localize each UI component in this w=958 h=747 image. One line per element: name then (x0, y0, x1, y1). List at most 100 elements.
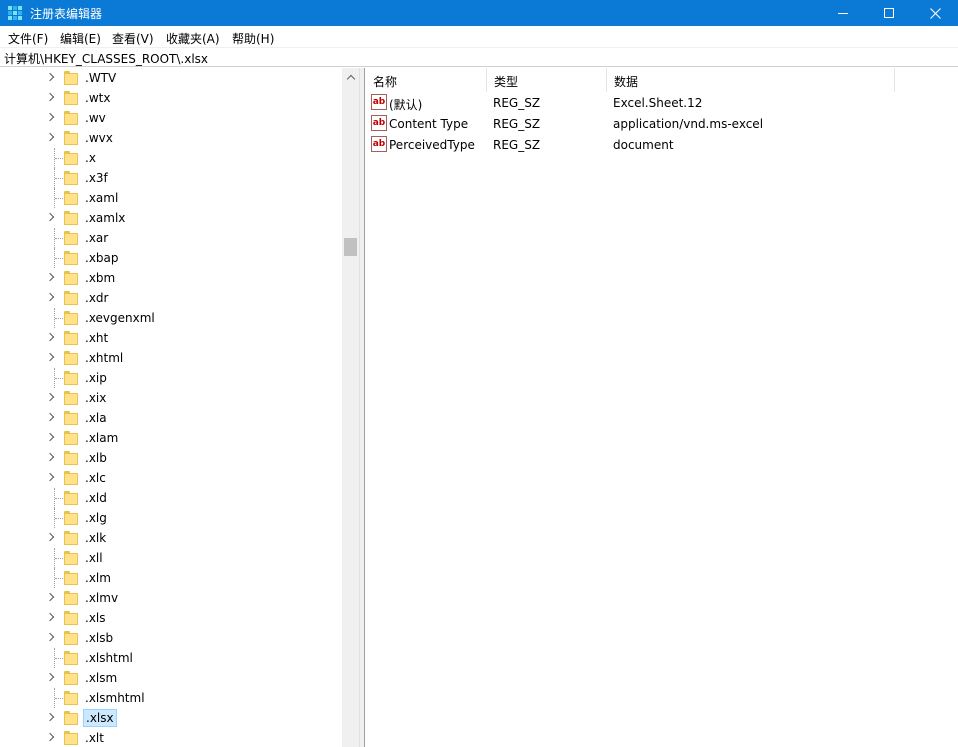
folder-icon (64, 131, 78, 145)
chevron-right-icon[interactable] (45, 212, 55, 222)
chevron-right-icon[interactable] (45, 592, 55, 602)
tree-item[interactable]: .xlsm (0, 668, 342, 688)
tree-item[interactable]: .xlg (0, 508, 342, 528)
menu-view[interactable]: 查看(V) (112, 30, 154, 47)
chevron-right-icon[interactable] (45, 672, 55, 682)
tree-item[interactable]: .xamlx (0, 208, 342, 228)
tree-scrollbar[interactable] (342, 68, 359, 747)
tree-item[interactable]: .xbm (0, 268, 342, 288)
column-header-data[interactable]: 数据 (607, 68, 895, 92)
chevron-right-icon[interactable] (45, 612, 55, 622)
chevron-right-icon[interactable] (45, 292, 55, 302)
tree-item-label: .xevgenxml (85, 311, 155, 325)
tree-item[interactable]: .xlam (0, 428, 342, 448)
tree-connector-line (55, 318, 63, 319)
tree-item-label: .xlshtml (85, 651, 133, 665)
tree-item[interactable]: .xaml (0, 188, 342, 208)
folder-icon (64, 331, 78, 345)
chevron-right-icon[interactable] (45, 472, 55, 482)
value-list[interactable]: 名称 类型 数据 ab (默认) REG_SZ Excel.Sheet.12 ab Con… (366, 68, 958, 747)
scroll-up-button[interactable] (342, 68, 359, 85)
maximize-icon (884, 8, 894, 18)
tree-item[interactable]: .xlm (0, 568, 342, 588)
chevron-right-icon[interactable] (45, 432, 55, 442)
tree-item[interactable]: .xht (0, 328, 342, 348)
tree-connector-line (55, 558, 63, 559)
chevron-right-icon[interactable] (45, 712, 55, 722)
menu-edit[interactable]: 编辑(E) (60, 30, 101, 47)
tree-item[interactable]: .xll (0, 548, 342, 568)
value-data: application/vnd.ms-excel (613, 117, 764, 131)
tree-item[interactable]: .xlsb (0, 628, 342, 648)
tree-item[interactable]: .xdr (0, 288, 342, 308)
chevron-right-icon[interactable] (45, 132, 55, 142)
tree-item[interactable]: .xbap (0, 248, 342, 268)
minimize-button[interactable] (820, 0, 866, 26)
close-button[interactable] (912, 0, 958, 26)
column-header-type[interactable]: 类型 (487, 68, 607, 92)
tree-item[interactable]: .wvx (0, 128, 342, 148)
menu-file[interactable]: 文件(F) (8, 30, 48, 47)
key-tree[interactable]: .WTV .wtx .wv .wvx .x .x3f .xaml .xamlx .xar .xba… (0, 68, 359, 747)
tree-item[interactable]: .wv (0, 108, 342, 128)
tree-item[interactable]: .xlshtml (0, 648, 342, 668)
folder-icon (64, 571, 78, 585)
string-value-icon: ab (371, 115, 387, 131)
pane-splitter[interactable] (359, 68, 365, 747)
value-row[interactable]: ab PerceivedType REG_SZ document (366, 134, 958, 155)
tree-connector-line (55, 258, 63, 259)
menu-help[interactable]: 帮助(H) (232, 30, 274, 47)
tree-item[interactable]: .xevgenxml (0, 308, 342, 328)
chevron-right-icon[interactable] (45, 112, 55, 122)
value-type: REG_SZ (493, 138, 541, 152)
maximize-button[interactable] (866, 0, 912, 26)
folder-icon (64, 491, 78, 505)
chevron-right-icon[interactable] (45, 632, 55, 642)
tree-item[interactable]: .x3f (0, 168, 342, 188)
tree-item[interactable]: .wtx (0, 88, 342, 108)
tree-item[interactable]: .xls (0, 608, 342, 628)
chevron-right-icon[interactable] (45, 452, 55, 462)
list-header: 名称 类型 数据 (366, 68, 958, 92)
tree-item[interactable]: .xhtml (0, 348, 342, 368)
chevron-right-icon[interactable] (45, 532, 55, 542)
chevron-right-icon[interactable] (45, 272, 55, 282)
address-path[interactable]: 计算机\HKEY_CLASSES_ROOT\.xlsx (4, 50, 208, 67)
tree-item-label: .xlsm (85, 671, 118, 685)
tree-item-label: .xix (85, 391, 107, 405)
chevron-right-icon[interactable] (45, 92, 55, 102)
folder-icon (64, 531, 78, 545)
tree-item[interactable]: .xip (0, 368, 342, 388)
chevron-right-icon[interactable] (45, 412, 55, 422)
string-value-icon: ab (371, 94, 387, 110)
folder-icon (64, 391, 78, 405)
tree-item[interactable]: .xar (0, 228, 342, 248)
chevron-right-icon[interactable] (45, 392, 55, 402)
tree-item[interactable]: .xlc (0, 468, 342, 488)
tree-item[interactable]: .xlk (0, 528, 342, 548)
chevron-right-icon[interactable] (45, 332, 55, 342)
scroll-thumb[interactable] (344, 238, 357, 256)
tree-connector-line (55, 698, 63, 699)
title-bar[interactable]: 注册表编辑器 (0, 0, 958, 26)
tree-item[interactable]: .xlsmhtml (0, 688, 342, 708)
tree-item[interactable]: .xla (0, 408, 342, 428)
chevron-right-icon[interactable] (45, 72, 55, 82)
column-header-name[interactable]: 名称 (366, 68, 487, 92)
chevron-right-icon[interactable] (45, 352, 55, 362)
value-row[interactable]: ab (默认) REG_SZ Excel.Sheet.12 (366, 92, 958, 113)
menu-favorites[interactable]: 收藏夹(A) (166, 30, 220, 47)
tree-item[interactable]: .xlsx (0, 708, 342, 728)
tree-item[interactable]: .xlmv (0, 588, 342, 608)
chevron-right-icon[interactable] (45, 732, 55, 742)
tree-item[interactable]: .xlt (0, 728, 342, 747)
tree-item[interactable]: .WTV (0, 68, 342, 88)
tree-item[interactable]: .xlb (0, 448, 342, 468)
tree-connector-line (55, 518, 63, 519)
address-bar[interactable]: 计算机\HKEY_CLASSES_ROOT\.xlsx (0, 48, 958, 67)
tree-item[interactable]: .xld (0, 488, 342, 508)
tree-item-label: .xlm (85, 571, 111, 585)
tree-item[interactable]: .x (0, 148, 342, 168)
value-row[interactable]: ab Content Type REG_SZ application/vnd.ms-e… (366, 113, 958, 134)
tree-item[interactable]: .xix (0, 388, 342, 408)
